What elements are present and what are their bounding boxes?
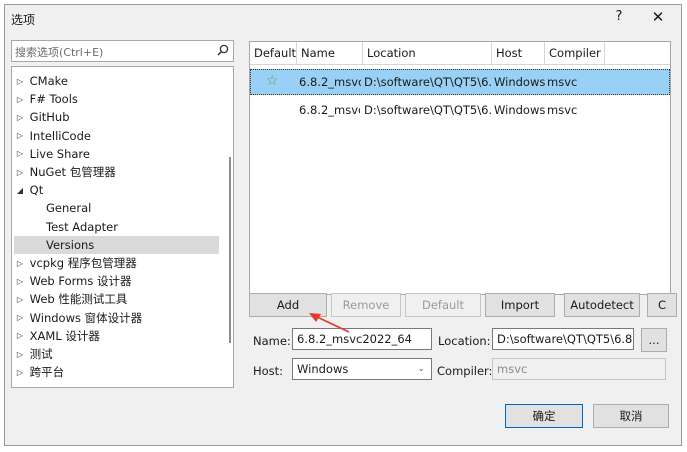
tree-scrollbar[interactable] [229, 157, 231, 343]
collapsed-arrow-icon[interactable]: ▷ [14, 309, 26, 327]
tree-item[interactable]: ▷ Web Forms 设计器 [14, 272, 219, 290]
host-label: Host: [253, 364, 284, 378]
row-compiler: msvc [547, 75, 578, 89]
tree-item-label: Web 性能测试工具 [29, 292, 128, 307]
search-icon[interactable] [217, 44, 229, 56]
tree-item[interactable]: ▷ CMake [14, 72, 219, 90]
header-divider [250, 64, 670, 65]
host-value: Windows [297, 362, 349, 376]
tree-item-label: GitHub [29, 110, 70, 125]
tree-item[interactable]: ▷ F# Tools [14, 90, 219, 108]
row-compiler: msvc [547, 103, 578, 117]
tree-item[interactable]: General [14, 199, 219, 217]
tree-item[interactable]: ◢ Qt [14, 181, 219, 199]
tree-item[interactable]: Test Adapter [14, 218, 219, 236]
browse-button[interactable]: ... [641, 328, 667, 352]
autodetect-button[interactable]: Autodetect [564, 293, 640, 317]
tree-item[interactable]: ▷ 测试 [14, 345, 219, 363]
tree-item-label: XAML 设计器 [29, 328, 100, 343]
dialog-title: 选项 [11, 13, 36, 27]
tree-item[interactable]: ▷ 跨平台 [14, 363, 219, 381]
annotation-arrow-icon [309, 313, 350, 333]
collapsed-arrow-icon[interactable]: ▷ [14, 91, 26, 109]
tree-item[interactable]: ▷ Web 性能测试工具 [14, 290, 219, 308]
tree-item-label: F# Tools [29, 92, 78, 107]
import-button[interactable]: Import [485, 293, 555, 317]
tree-item-label: Versions [46, 237, 95, 252]
search-input[interactable]: 搜索选项(Ctrl+E) [11, 40, 234, 62]
tree-item-label: General [46, 201, 92, 216]
tree-item[interactable]: Versions [14, 235, 219, 254]
collapsed-arrow-icon[interactable]: ▷ [14, 164, 26, 182]
help-button[interactable]: ? [611, 9, 627, 27]
row-location: D:\software\QT\QT5\6.8.2 [364, 103, 491, 117]
collapsed-arrow-icon[interactable]: ▷ [14, 127, 26, 145]
row-location: D:\software\QT\QT5\6.8.2 [364, 75, 492, 89]
tree-item-label: NuGet 包管理器 [29, 165, 116, 179]
tree-item-label: vcpkg 程序包管理器 [29, 256, 137, 270]
options-dialog: 选项 ? ✕ 搜索选项(Ctrl+E) ▷ CMake ▷ F# Tools ▷ G… [4, 4, 682, 446]
collapsed-arrow-icon[interactable]: ▷ [14, 364, 26, 382]
row-name: 6.8.2_msvc2022_64 [299, 103, 360, 117]
search-placeholder: 搜索选项(Ctrl+E) [15, 46, 104, 59]
compiler-label: Compiler: [437, 364, 493, 378]
column-header-host[interactable]: Host [492, 42, 545, 64]
collapsed-arrow-icon[interactable]: ▷ [14, 73, 26, 91]
column-header-default[interactable]: Default [250, 42, 297, 64]
row-name: 6.8.2_msvc2022_64 [299, 75, 361, 89]
collapsed-arrow-icon[interactable]: ▷ [14, 273, 26, 291]
tree-item-label: 跨平台 [29, 365, 65, 380]
chevron-down-icon: ⌄ [417, 364, 425, 374]
default-star-icon[interactable]: ☆ [266, 73, 279, 89]
collapsed-arrow-icon[interactable]: ▷ [14, 327, 26, 345]
tree-item-label: Live Share [29, 146, 90, 161]
row-host: Windows [494, 103, 546, 117]
options-tree[interactable]: ▷ CMake ▷ F# Tools ▷ GitHub ▷ IntelliCode ▷ … [11, 66, 234, 388]
location-field[interactable]: D:\software\QT\QT5\6.8.2 [492, 328, 634, 350]
more-button[interactable]: C [647, 293, 677, 317]
tree-item-label: IntelliCode [29, 128, 91, 143]
tree-item[interactable]: ▷ XAML 设计器 [14, 327, 219, 345]
expanded-arrow-icon[interactable]: ◢ [14, 182, 26, 200]
tree-item[interactable]: ▷ IntelliCode [14, 127, 219, 145]
cancel-button[interactable]: 取消 [593, 404, 669, 428]
tree-item[interactable]: ▷ GitHub [14, 108, 219, 126]
host-select[interactable]: Windows ⌄ [292, 358, 432, 380]
title-bar: 选项 ? ✕ [5, 5, 681, 31]
name-label: Name: [253, 334, 291, 348]
qt-versions-grid[interactable]: Default Name Location Host Compiler ☆ 6.… [249, 41, 671, 295]
tree-item-label: CMake [29, 74, 68, 88]
collapsed-arrow-icon[interactable]: ▷ [14, 255, 26, 273]
collapsed-arrow-icon[interactable]: ▷ [14, 109, 26, 127]
tree-item-label: Qt [29, 183, 44, 198]
ok-button[interactable]: 确定 [505, 404, 583, 428]
table-row[interactable]: ☆ 6.8.2_msvc2022_64 D:\software\QT\QT5\6… [250, 69, 670, 95]
collapsed-arrow-icon[interactable]: ▷ [14, 291, 26, 309]
location-label: Location: [438, 334, 491, 348]
tree-item-label: 测试 [29, 347, 53, 361]
collapsed-arrow-icon[interactable]: ▷ [14, 145, 26, 163]
table-row[interactable]: 6.8.2_msvc2022_64 D:\software\QT\QT5\6.8… [250, 98, 670, 124]
tree-item-label: Windows 窗体设计器 [29, 310, 143, 325]
default-button[interactable]: Default [405, 293, 481, 317]
column-header-name[interactable]: Name [297, 42, 363, 64]
column-header-location[interactable]: Location [363, 42, 492, 64]
tree-item[interactable]: ▷ Windows 窗体设计器 [14, 309, 219, 327]
close-button[interactable]: ✕ [649, 8, 667, 26]
tree-item[interactable]: ▷ vcpkg 程序包管理器 [14, 254, 219, 272]
row-host: Windows [494, 75, 546, 89]
column-header-compiler[interactable]: Compiler [545, 42, 605, 64]
tree-item[interactable]: ▷ NuGet 包管理器 [14, 163, 219, 181]
tree-item-label: Test Adapter [46, 219, 118, 234]
compiler-field[interactable]: msvc [492, 358, 666, 380]
tree-item[interactable]: ▷ Live Share [14, 145, 219, 163]
tree-item-label: Web Forms 设计器 [29, 274, 132, 289]
collapsed-arrow-icon[interactable]: ▷ [14, 346, 26, 364]
